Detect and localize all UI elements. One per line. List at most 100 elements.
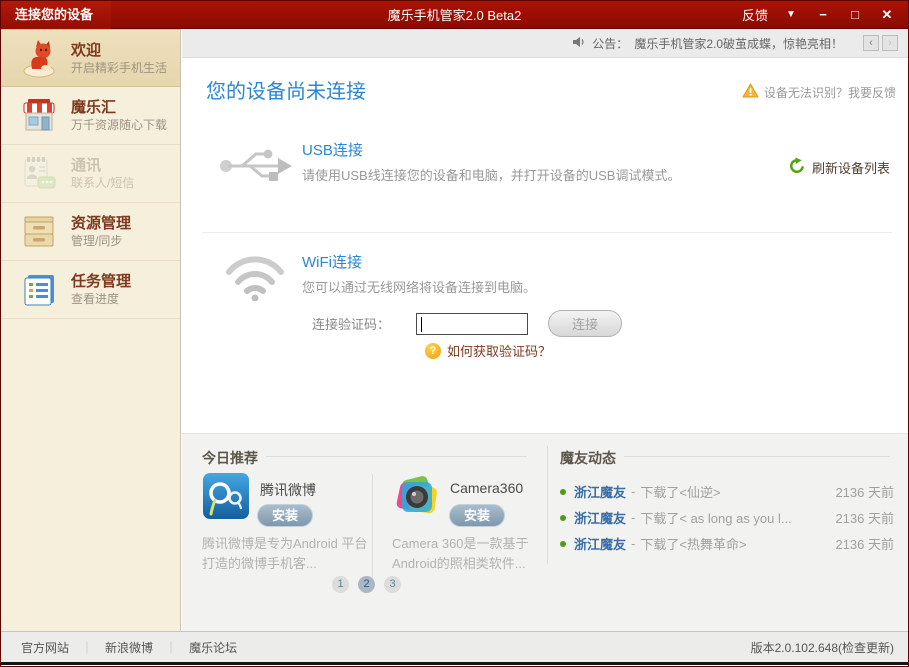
wifi-section-desc: 您可以通过无线网络将设备连接到电脑。 xyxy=(302,277,536,296)
install-button[interactable]: 安装 xyxy=(257,504,313,527)
sidebar-item-title: 通讯 xyxy=(71,156,134,175)
bullet-icon xyxy=(560,541,566,547)
feed-time: 2136 天前 xyxy=(835,508,894,527)
feed-action: 下载了<热舞革命> xyxy=(640,534,746,553)
recommend-title: 今日推荐 xyxy=(202,448,258,468)
announcement-text: 魔乐手机管家2.0破茧成蝶，惊艳亮相！ xyxy=(634,35,843,52)
sidebar-item-subtitle: 开启精彩手机生活 xyxy=(71,60,167,76)
sidebar-item-resources[interactable]: 资源管理 管理/同步 xyxy=(1,203,180,261)
how-to-get-code-text: 如何获取验证码？ xyxy=(447,341,551,360)
verification-code-label: 连接验证码： xyxy=(312,314,390,333)
announcement-bar: 公告： 魔乐手机管家2.0破茧成蝶，惊艳亮相！ ‹ › xyxy=(182,29,909,58)
sidebar-item-title: 欢迎 xyxy=(71,41,167,60)
cat-icon xyxy=(19,38,59,78)
text-caret xyxy=(421,317,422,332)
status-bar: 官方网站 ｜ 新浪微博 ｜ 魔乐论坛 版本2.0.102.648(检查更新) xyxy=(1,631,908,665)
section-divider xyxy=(202,232,892,233)
warning-icon xyxy=(742,83,759,101)
feed-item: 浙江魔友 - 下载了<仙逆> 2136 天前 xyxy=(560,482,894,501)
wifi-section-title: WiFi连接 xyxy=(302,251,362,272)
feed-rule xyxy=(624,456,890,457)
sidebar-item-welcome[interactable]: 欢迎 开启精彩手机生活 xyxy=(1,29,180,87)
app-name: 腾讯微博 xyxy=(260,480,316,500)
forum-link[interactable]: 魔乐论坛 xyxy=(189,639,237,656)
link-separator: ｜ xyxy=(81,639,93,656)
contacts-icon xyxy=(19,154,59,194)
refresh-device-list-button[interactable]: 刷新设备列表 xyxy=(788,157,890,178)
page-dot-1[interactable]: 1 xyxy=(332,576,349,593)
sidebar-item-contacts[interactable]: 通讯 联系人/短信 xyxy=(1,145,180,203)
connect-button[interactable]: 连接 xyxy=(548,310,622,337)
sidebar-item-title: 资源管理 xyxy=(71,214,131,233)
feed-user-link[interactable]: 浙江魔友 xyxy=(574,508,626,527)
apps-divider xyxy=(372,474,373,582)
feed-user-link[interactable]: 浙江魔友 xyxy=(574,482,626,501)
app-desc: 腾讯微博是专为Android 平台打造的微博手机客... xyxy=(202,534,380,574)
wifi-icon xyxy=(224,249,286,306)
verification-code-field[interactable] xyxy=(417,314,527,334)
verification-code-row: 连接验证码： 连接 xyxy=(312,310,622,337)
device-feedback-link[interactable]: 设备无法识别？我要反馈 xyxy=(742,83,896,101)
sidebar-item-store[interactable]: 魔乐汇 万千资源随心下载 xyxy=(1,87,180,145)
page-title: 您的设备尚未连接 xyxy=(206,75,366,104)
app-desc: Camera 360是一款基于 Android的照相类软件... xyxy=(392,534,564,574)
app-window: 连接您的设备 魔乐手机管家2.0 Beta2 反馈 ▼ − □ ✕ xyxy=(0,0,909,667)
device-feedback-text: 设备无法识别？我要反馈 xyxy=(764,84,896,101)
feed-dash: - xyxy=(631,536,635,551)
bullet-icon xyxy=(560,489,566,495)
page-dot-3[interactable]: 3 xyxy=(384,576,401,593)
question-icon: ? xyxy=(425,343,441,359)
camera360-app-icon xyxy=(392,472,440,520)
menu-dropdown-icon[interactable]: ▼ xyxy=(782,9,800,20)
store-icon xyxy=(19,96,59,136)
feed-user-link[interactable]: 浙江魔友 xyxy=(574,534,626,553)
feed-dash: - xyxy=(631,484,635,499)
usb-section-desc: 请使用USB线连接您的设备和电脑，并打开设备的USB调试模式。 xyxy=(302,165,680,184)
announcement-prev-button[interactable]: ‹ xyxy=(863,35,879,51)
sidebar-item-subtitle: 万千资源随心下载 xyxy=(71,117,167,133)
usb-section-title: USB连接 xyxy=(302,139,363,160)
announcement-prefix: 公告： xyxy=(592,35,628,52)
active-tab-label: 连接您的设备 xyxy=(1,1,111,29)
bottom-section: 今日推荐 腾讯微博 安装 腾讯微博是专为Android 平台打造的微博手机客..… xyxy=(182,433,909,631)
columns-divider xyxy=(547,446,548,564)
sidebar-item-subtitle: 查看进度 xyxy=(71,291,131,307)
main-panel: 公告： 魔乐手机管家2.0破茧成蝶，惊艳亮相！ ‹ › 您的设备尚未连接 设备无… xyxy=(182,29,909,631)
page-dot-2[interactable]: 2 xyxy=(358,576,375,593)
verification-code-input[interactable] xyxy=(416,313,528,335)
feed-item: 浙江魔友 - 下载了<热舞革命> 2136 天前 xyxy=(560,534,894,553)
sidebar-item-title: 魔乐汇 xyxy=(71,98,167,117)
link-separator: ｜ xyxy=(165,639,177,656)
tencent-weibo-app-icon xyxy=(202,472,250,520)
announcement-next-button[interactable]: › xyxy=(882,35,898,51)
refresh-label: 刷新设备列表 xyxy=(812,158,890,177)
sina-weibo-link[interactable]: 新浪微博 xyxy=(105,639,153,656)
feedback-button[interactable]: 反馈 xyxy=(742,5,768,24)
usb-icon xyxy=(218,141,294,192)
feed-time: 2136 天前 xyxy=(835,534,894,553)
maximize-button[interactable]: □ xyxy=(846,7,864,22)
drawer-icon xyxy=(19,212,59,252)
sidebar-item-title: 任务管理 xyxy=(71,272,131,291)
recommend-rule xyxy=(266,456,527,457)
feed-item: 浙江魔友 - 下载了< as long as you l... 2136 天前 xyxy=(560,508,894,527)
install-button[interactable]: 安装 xyxy=(449,504,505,527)
refresh-icon xyxy=(788,157,806,178)
feed-dash: - xyxy=(631,510,635,525)
speaker-icon xyxy=(573,36,586,51)
official-site-link[interactable]: 官方网站 xyxy=(21,639,69,656)
feed-action: 下载了<仙逆> xyxy=(640,482,720,501)
title-bar: 连接您的设备 魔乐手机管家2.0 Beta2 反馈 ▼ − □ ✕ xyxy=(1,1,908,29)
bullet-icon xyxy=(560,515,566,521)
how-to-get-code-link[interactable]: ? 如何获取验证码？ xyxy=(425,341,551,360)
feed-title: 魔友动态 xyxy=(560,448,616,468)
minimize-button[interactable]: − xyxy=(814,7,832,22)
recommend-pager: 1 2 3 xyxy=(332,576,401,593)
close-button[interactable]: ✕ xyxy=(878,7,896,23)
sidebar-item-tasks[interactable]: 任务管理 查看进度 xyxy=(1,261,180,319)
app-name: Camera360 xyxy=(450,480,523,496)
feed-time: 2136 天前 xyxy=(835,482,894,501)
sidebar: 欢迎 开启精彩手机生活 魔乐汇 万千资源随心下载 xyxy=(1,29,181,631)
version-check-update-link[interactable]: 版本2.0.102.648(检查更新) xyxy=(751,639,908,656)
sidebar-item-subtitle: 联系人/短信 xyxy=(71,175,134,191)
